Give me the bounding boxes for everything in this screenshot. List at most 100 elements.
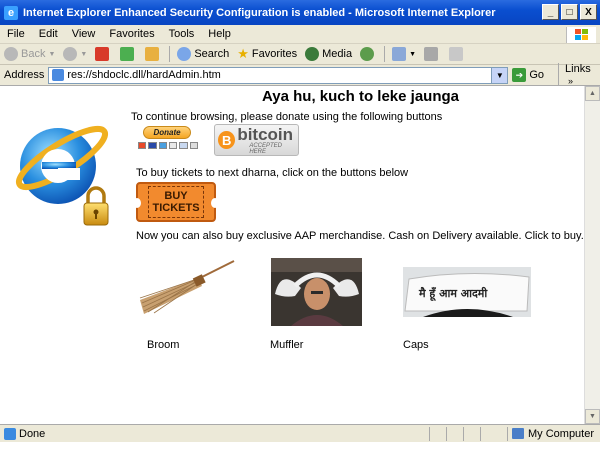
broom-caption[interactable]: Broom [147,339,179,351]
page-icon [52,69,65,81]
donate-text: To continue browsing, please donate usin… [131,111,443,123]
tickets-text: To buy tickets to next dharna, click on … [136,167,409,179]
stop-icon [95,47,110,61]
address-label: Address [4,69,45,81]
menu-file[interactable]: File [0,28,32,40]
menu-view[interactable]: View [65,28,103,40]
visa-icon [148,142,157,149]
menu-edit[interactable]: Edit [32,28,65,40]
buy-tickets-button[interactable]: BUY TICKETS [133,182,219,222]
caps-image[interactable]: मै हूँ आम आदमी [403,267,531,317]
ie-lock-logo-icon [15,125,109,226]
history-icon [360,47,375,61]
search-button[interactable]: Search [173,45,233,64]
status-cell [480,426,497,441]
links-button[interactable]: Links » [558,63,600,87]
security-zone: My Computer [507,426,595,441]
chevron-down-icon: ▼ [409,50,417,58]
toolbar-separator [384,46,386,62]
address-dropdown-button[interactable]: ▼ [491,67,508,83]
favorites-button[interactable]: ★ Favorites [233,45,301,64]
home-icon [145,47,160,61]
edit-button[interactable] [445,45,470,64]
bitcoin-text: bitcoin ACCEPTED HERE [237,126,298,155]
bitcoin-label: bitcoin [237,124,294,144]
back-arrow-icon [4,47,18,61]
status-text: Done [19,427,46,440]
broom-image[interactable] [138,258,238,320]
refresh-button[interactable] [116,45,141,64]
mail-icon [392,47,407,61]
home-button[interactable] [141,45,166,64]
caps-caption[interactable]: Caps [403,339,429,351]
favorites-label: Favorites [251,48,298,60]
chevron-down-icon: ▼ [48,50,56,58]
links-label: Links [565,63,591,75]
menu-tools[interactable]: Tools [162,28,202,40]
page-content: Aya hu, kuch to leke jaunga To continue … [0,86,584,424]
maximize-button[interactable]: □ [561,4,578,20]
go-label: Go [529,69,545,81]
forward-arrow-icon [63,47,78,61]
media-button[interactable]: Media [301,45,356,64]
muffler-image[interactable] [271,258,362,326]
address-box[interactable]: ▼ [48,66,509,84]
merch-text: Now you can also buy exclusive AAP merch… [136,230,584,242]
page-heading: Aya hu, kuch to leke jaunga [262,88,459,105]
zone-label: My Computer [528,427,595,440]
chevron-down-icon: ▼ [80,50,88,58]
go-button[interactable]: ➔ Go [512,68,544,82]
status-cell [463,426,480,441]
chevron-right-icon: » [568,76,574,86]
scroll-down-icon[interactable]: ▼ [585,409,600,424]
stop-button[interactable] [91,45,116,64]
edit-icon [449,47,464,61]
bitcoin-button[interactable]: B bitcoin ACCEPTED HERE [214,124,299,156]
history-button[interactable] [356,45,381,64]
address-input[interactable] [67,69,508,81]
address-bar: Address ▼ ➔ Go Links » [0,63,600,87]
ie-title-icon: e [4,5,18,20]
print-button[interactable] [420,45,445,64]
print-icon [424,47,439,61]
card-logos [138,142,198,149]
minimize-button[interactable]: _ [542,4,559,20]
media-label: Media [322,48,353,60]
bitcoin-icon: B [218,131,236,149]
menu-help[interactable]: Help [201,28,238,40]
bank-icon [179,142,188,149]
computer-icon [512,428,524,439]
search-label: Search [194,48,230,60]
menu-favorites[interactable]: Favorites [102,28,161,40]
status-cell [446,426,463,441]
paypal-donate-label: Donate [143,126,191,139]
vertical-scrollbar[interactable]: ▲ ▼ [584,86,600,424]
forward-button[interactable]: ▼ [59,45,91,64]
page-done-icon [4,427,16,440]
menu-bar: File Edit View Favorites Tools Help [0,25,600,44]
windows-logo-icon [566,27,596,43]
back-button[interactable]: Back ▼ [0,45,59,64]
muffler-caption[interactable]: Muffler [270,339,303,351]
paypal-donate-button[interactable]: Donate [138,126,198,154]
bitcoin-sub-label: ACCEPTED HERE [249,142,282,155]
window-title: Internet Explorer Enhanced Security Conf… [23,6,496,19]
back-label: Back [21,48,46,60]
scroll-up-icon[interactable]: ▲ [585,86,600,101]
mail-button[interactable]: ▼ [388,45,420,64]
toolbar: Back ▼ ▼ Search ★ Favorites Media ▼ [0,44,600,65]
media-icon [305,47,320,61]
title-bar: e Internet Explorer Enhanced Security Co… [0,0,600,25]
buy-tickets-label: BUY TICKETS [148,186,204,218]
refresh-icon [120,47,135,61]
discover-icon [168,142,178,149]
toolbar-separator [169,46,171,62]
close-button[interactable]: X [580,4,597,20]
status-bar: Done My Computer [0,424,600,442]
star-icon: ★ [237,46,249,61]
status-cell [429,426,446,441]
window-controls: _ □ X [542,4,597,20]
mastercard-icon [138,142,147,149]
cap-text: मै हूँ आम आदमी [418,286,488,302]
search-icon [177,47,192,61]
